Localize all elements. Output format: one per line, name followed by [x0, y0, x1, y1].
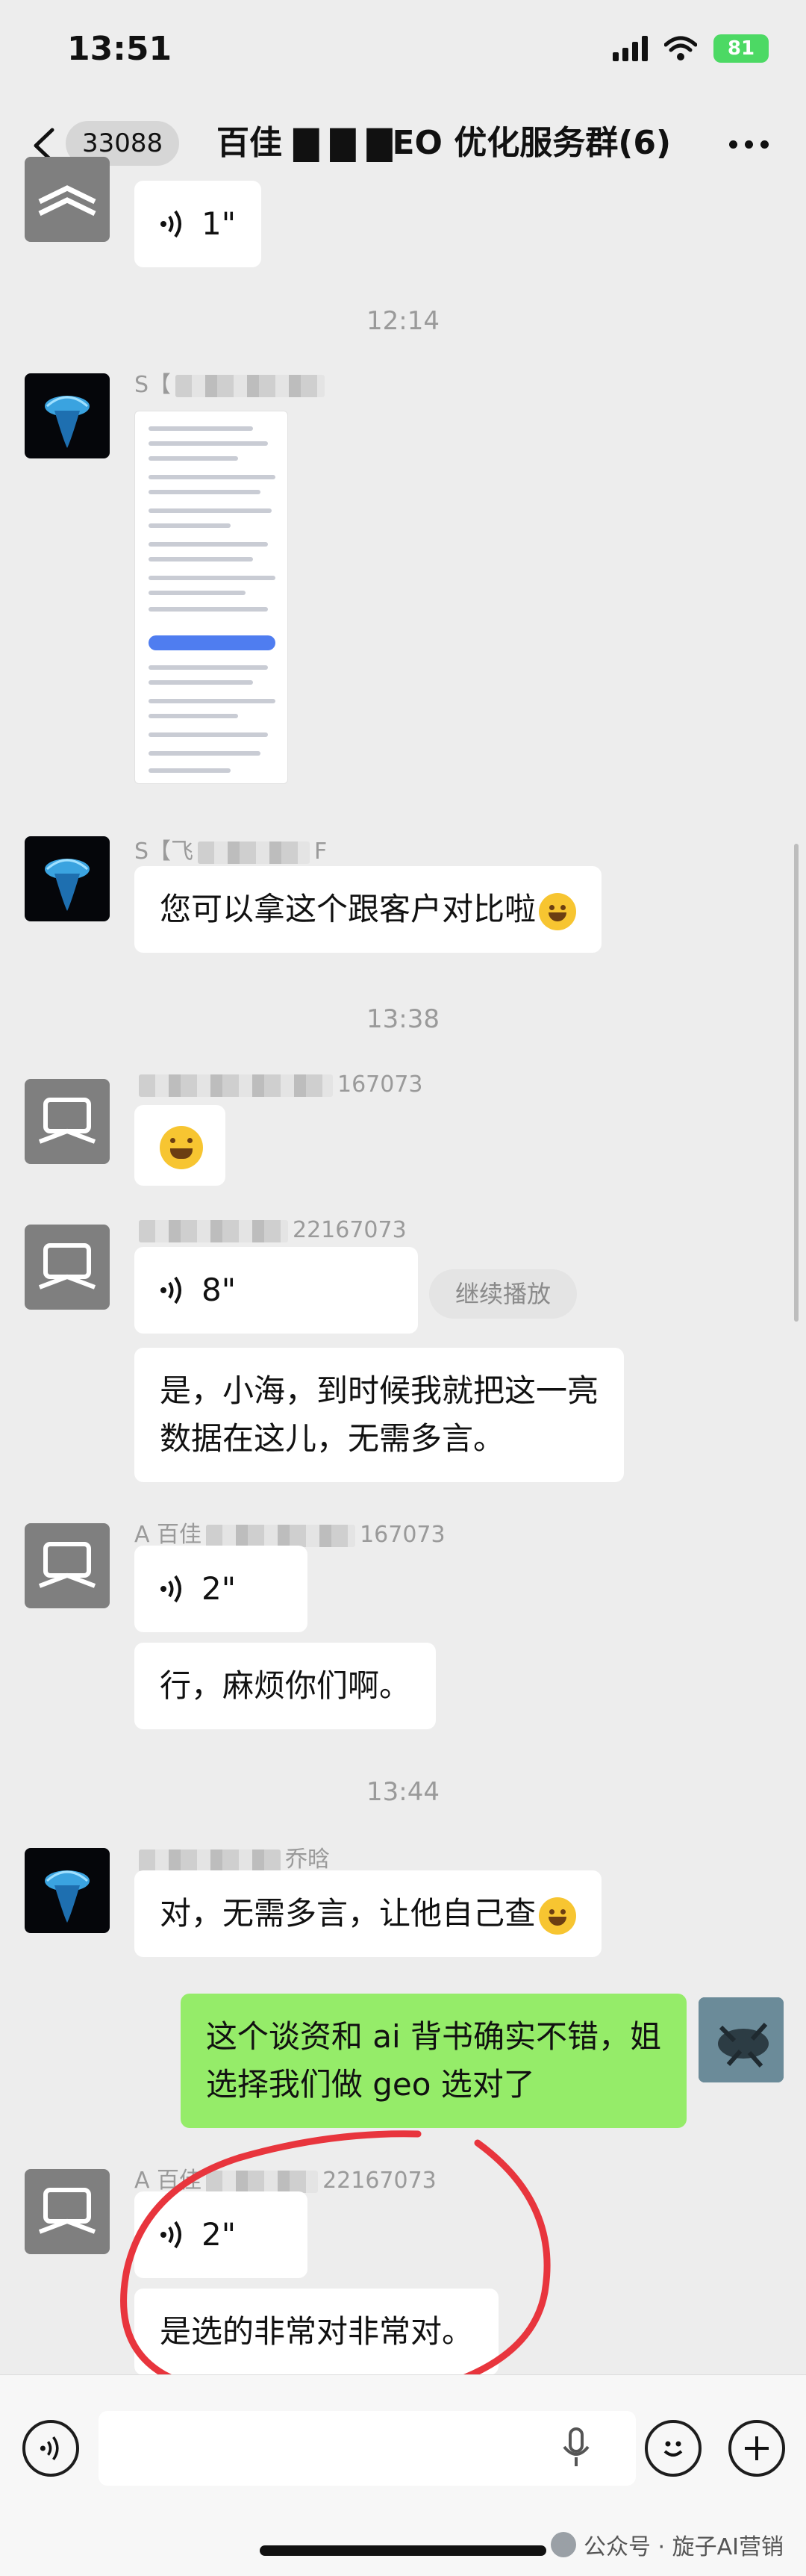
text-message[interactable]: 是，小海，到时候我就把这一亮 数据在这儿，无需多言。 — [134, 1348, 625, 1482]
text-message[interactable]: 行，麻烦你们啊。 — [134, 1643, 437, 1729]
watermark: 公众号 · 旋子AI营销 — [551, 2528, 784, 2561]
chat-screen: 13:51 81 33088 百佳 ▇ ▇ ▇EO 优化服务群(6) 1" 12… — [0, 0, 806, 2576]
sender-name: 22167073 — [134, 1217, 407, 1243]
status-icons: 81 — [613, 34, 769, 63]
avatar[interactable] — [25, 1225, 110, 1310]
grinning-emoji-icon — [160, 1125, 203, 1169]
timestamp: 13:44 — [366, 1777, 440, 1807]
voice-duration: 8" — [202, 1272, 237, 1308]
text-message[interactable]: 对，无需多言，让他自己查 — [134, 1870, 602, 1957]
scrollbar[interactable] — [794, 844, 799, 1322]
signal-icon — [613, 36, 648, 61]
avatar[interactable] — [25, 1079, 110, 1164]
voice-duration: 2" — [202, 1570, 237, 1607]
laughing-emoji-icon — [539, 1897, 577, 1935]
avatar[interactable] — [25, 1848, 110, 1933]
thinking-emoji-icon — [539, 892, 577, 930]
smiley-icon — [663, 2441, 683, 2457]
timestamp: 12:14 — [366, 306, 440, 336]
wechat-official-account-icon — [551, 2532, 577, 2557]
more-icon[interactable] — [729, 140, 769, 149]
voice-wave-icon — [160, 1575, 181, 1603]
message-list[interactable]: 1" 12:14 S【 S【飞 F 您可以拿这个跟客户对比啦 13:38 167… — [0, 157, 806, 2375]
chat-title: 百佳 ▇ ▇ ▇EO 优化服务群(6) — [216, 124, 672, 162]
voice-wave-icon — [160, 1276, 181, 1304]
home-indicator[interactable] — [260, 2545, 546, 2556]
microphone-icon[interactable] — [561, 2427, 591, 2469]
avatar[interactable] — [25, 373, 110, 458]
sender-name: A 百佳 167073 — [134, 1522, 446, 1548]
avatar[interactable] — [25, 836, 110, 921]
voice-duration: 1" — [202, 205, 237, 242]
voice-wave-icon — [40, 2436, 59, 2461]
voice-message[interactable]: 8" — [134, 1247, 418, 1334]
sender-name: S【飞 F — [134, 839, 328, 865]
avatar[interactable] — [25, 157, 110, 242]
voice-wave-icon — [160, 210, 181, 238]
voice-message[interactable]: 1" — [134, 181, 262, 267]
sender-name: 167073 — [134, 1071, 423, 1098]
document-image[interactable] — [134, 411, 288, 784]
text-message[interactable]: 您可以拿这个跟客户对比啦 — [134, 866, 602, 953]
battery-indicator: 81 — [713, 34, 769, 63]
status-bar: 13:51 81 — [0, 0, 806, 105]
my-avatar[interactable] — [699, 1997, 784, 2082]
sender-name: 乔晗 — [134, 1841, 330, 1873]
wifi-icon — [664, 36, 697, 60]
timestamp: 13:38 — [366, 1004, 440, 1034]
emoji-message[interactable] — [134, 1105, 225, 1186]
avatar[interactable] — [25, 1523, 110, 1608]
sender-name: S【 — [134, 366, 329, 399]
my-text-message[interactable]: 这个谈资和 ai 背书确实不错，姐 选择我们做 geo 选对了 — [180, 1994, 687, 2128]
message-input[interactable] — [99, 2411, 636, 2486]
status-time: 13:51 — [67, 30, 172, 68]
voice-message[interactable]: 2" — [134, 1546, 307, 1632]
input-bar: 公众号 · 旋子AI营销 — [0, 2374, 806, 2576]
emoji-button[interactable] — [645, 2420, 702, 2477]
voice-input-button[interactable] — [22, 2420, 79, 2477]
avatar[interactable] — [25, 2169, 110, 2254]
plus-icon — [745, 2436, 769, 2460]
continue-playback-button[interactable]: 继续播放 — [429, 1269, 577, 1319]
chat-header: 33088 百佳 ▇ ▇ ▇EO 优化服务群(6) — [0, 105, 806, 187]
more-plus-button[interactable] — [728, 2420, 785, 2477]
